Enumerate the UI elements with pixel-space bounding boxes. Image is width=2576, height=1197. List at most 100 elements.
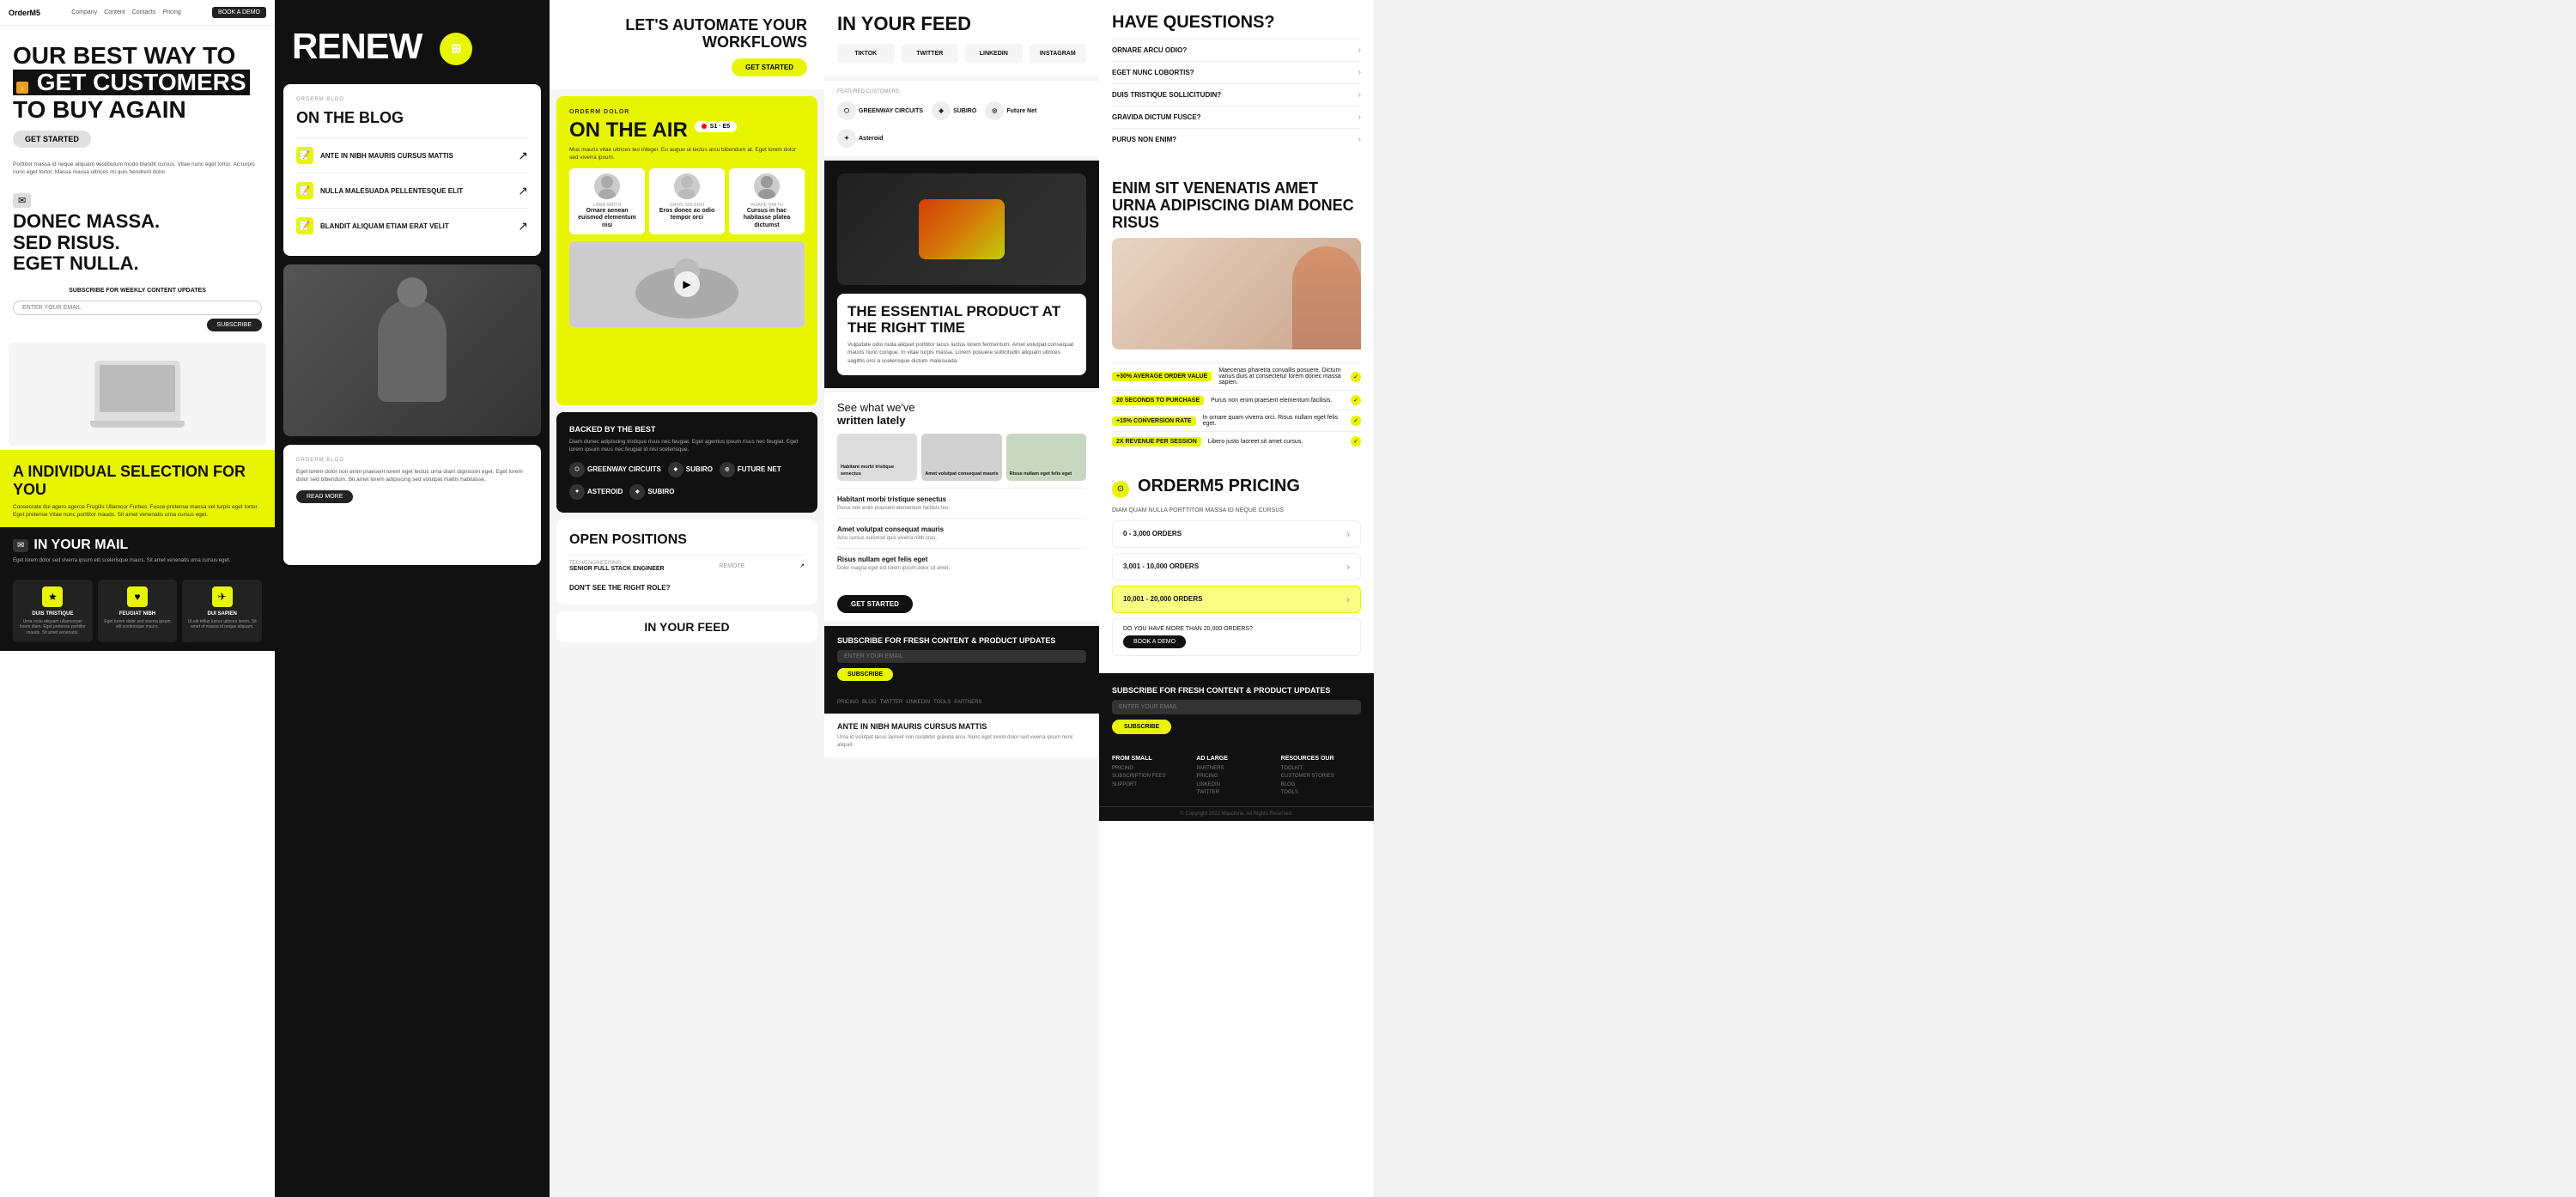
col4-feed-heading: IN YOUR FEED <box>837 13 1086 35</box>
footer-link-twitter[interactable]: TWITTER <box>880 700 903 705</box>
col3-backed-title: BACKED BY THE BEST <box>569 425 805 434</box>
guest-avatar-0 <box>594 173 620 199</box>
card-heart-icon: ♥ <box>127 586 148 607</box>
article-thumb-1[interactable]: Amet volutpat consequat mauris <box>921 434 1001 481</box>
card-plane-icon: ✈ <box>212 586 233 607</box>
footer-col-item-1-2[interactable]: LINKEDIN <box>1196 781 1276 790</box>
mail-icon: ✉ <box>13 539 28 552</box>
footer-link-partners[interactable]: PARTNERS <box>954 700 981 705</box>
article-thumb-0[interactable]: Habitant morbi tristique senectus <box>837 434 917 481</box>
col4-gs-btn[interactable]: GET STARTED <box>837 595 913 613</box>
footer-col-item-1-3[interactable]: TWITTER <box>1196 789 1276 798</box>
col5-pricing-sub: DIAM QUAM NULLA PORTTITOR MASSA ID NEQUE… <box>1112 507 1284 515</box>
feat-logo-circle-1: ◈ <box>932 101 951 120</box>
col1-nav-cta[interactable]: BOOK A DEMO <box>212 7 266 18</box>
faq-item-2[interactable]: DUIS TRISTIQUE SOLLICITUDIN? › <box>1112 83 1361 106</box>
blog-arrow-1: ↗ <box>518 184 528 198</box>
footer-col-item-1-0[interactable]: PARTNERS <box>1196 765 1276 774</box>
col2-read-btn[interactable]: READ MORE <box>296 490 353 503</box>
card-desc-0: Urna molu aliquam ullamcorper lorem diam… <box>17 619 88 636</box>
col4-nl-input[interactable] <box>837 650 1086 663</box>
footer-col-item-0-0[interactable]: PRICING <box>1112 765 1192 774</box>
feat-logo-2: ◎ Future Net <box>985 101 1036 120</box>
footer-link-blog[interactable]: BLOG <box>862 700 877 705</box>
faq-item-3[interactable]: GRAVIDA DICTUM FUSCE? › <box>1112 106 1361 128</box>
play-button[interactable]: ▶ <box>674 271 700 297</box>
col1-mail-inline: ✉ IN YOUR MAIL <box>13 538 262 553</box>
feat-logo-circle-2: ◎ <box>985 101 1004 120</box>
art-list-2[interactable]: Risus nullam eget felis eget Dolor magna… <box>837 548 1086 578</box>
col5-ss-btn[interactable]: SUBSCRIBE <box>1112 720 1171 734</box>
pos-title-0: SENIOR FULL STACK ENGINEER <box>569 566 665 572</box>
col2-photo-placeholder <box>283 264 541 436</box>
pricing-option-0[interactable]: 0 - 3,000 ORDERS › <box>1112 520 1361 548</box>
footer-col-item-0-2[interactable]: SUPPORT <box>1112 781 1192 790</box>
col1-email-input[interactable] <box>13 301 262 315</box>
blog-item-1[interactable]: 📝 NULLA MALESUADA PELLENTESQUE ELIT ↗ <box>296 173 528 208</box>
col1-hero-cta[interactable]: GET STARTED <box>13 131 91 148</box>
pricing-option-2[interactable]: 10,001 - 20,000 ORDERS › <box>1112 586 1361 613</box>
pricing-label-2: 10,001 - 20,000 ORDERS <box>1123 595 1203 603</box>
guest-title-2: Cursus in hac habitasse platea dictumst <box>734 208 799 229</box>
col4-written-section: See what we've written lately Habitant m… <box>824 392 1099 587</box>
feat-logo-circle-3: ✦ <box>837 129 856 148</box>
footer-col-item-2-3[interactable]: TOOLS <box>1281 789 1361 798</box>
stat-row-3: 2X REVENUE PER SESSION Libero justo laor… <box>1112 431 1361 451</box>
footer-col-0: FROM SMALL PRICING SUBSCRIPTION FEES SUP… <box>1112 756 1192 798</box>
footer-link-linkedin[interactable]: LINKEDIN <box>906 700 930 705</box>
stat-row-0: +30% AVERAGE ORDER VALUE Maecenas pharet… <box>1112 362 1361 390</box>
col3-open-heading: OPEN POSITIONS <box>569 532 805 548</box>
col1-card-1: ♥ FEUGIAT NIBH Eget lorem dolor sed vive… <box>98 580 178 643</box>
column-4: IN YOUR FEED TIKTOK TWITTER LINKEDIN INS… <box>824 0 1099 1197</box>
art-list-0[interactable]: Habitant morbi tristique senectus Purus … <box>837 488 1086 518</box>
nav-content[interactable]: Content <box>104 9 125 15</box>
col1-sub-label: SUBSCRIBE FOR WEEKLY CONTENT UPDATES <box>13 288 262 294</box>
feed-channel-tiktok[interactable]: TIKTOK <box>837 44 895 64</box>
nav-contacts[interactable]: Contacts <box>132 9 156 15</box>
feed-channel-twitter[interactable]: TWITTER <box>902 44 959 64</box>
faq-item-0[interactable]: ORNARE ARCU ODIO? › <box>1112 39 1361 61</box>
art-title-0: Habitant morbi tristique senectus <box>837 495 1086 504</box>
col4-dark-section: THE ESSENTIAL PRODUCT AT THE RIGHT TIME … <box>824 161 1099 388</box>
column-2: RENEW ⊞ ORDERM BLOG ON THE BLOG 📝 ANTE I… <box>275 0 550 1197</box>
col1-card-0: ★ DUIS TRISTIQUE Urna molu aliquam ullam… <box>13 580 93 643</box>
nav-company[interactable]: Company <box>71 9 97 15</box>
col3-automate-btn[interactable]: GET STARTED <box>732 58 807 76</box>
feat-logo-3: ✦ Asteroid <box>837 129 883 148</box>
art-list-1[interactable]: Amet volutpat consequat mauris Arcu curs… <box>837 518 1086 548</box>
col3-video-player: ▶ <box>569 241 805 327</box>
blog-item-0[interactable]: 📝 ANTE IN NIBH MAURIS CURSUS MATTIS ↗ <box>296 137 528 173</box>
footer-col-item-0-1[interactable]: SUBSCRIPTION FEES <box>1112 773 1192 781</box>
col4-nl-btn[interactable]: SUBSCRIBE <box>837 668 893 681</box>
col3-on-air-badge: S1 · E5 <box>695 121 737 132</box>
footer-col-item-2-1[interactable]: CUSTOMER STORIES <box>1281 773 1361 781</box>
col5-ss-input[interactable] <box>1112 700 1361 714</box>
footer-col-item-2-0[interactable]: TOOLKIT <box>1281 765 1361 774</box>
card-desc-1: Eget lorem dolor sed viverra ipsum elit … <box>102 619 173 630</box>
col1-hero: OUR BEST WAY TO ↓ GET CUSTOMERS TO BUY A… <box>0 26 275 156</box>
pricing-option-1[interactable]: 3,001 - 10,000 ORDERS › <box>1112 553 1361 580</box>
faq-item-4[interactable]: PURUS NON ENIM? › <box>1112 128 1361 150</box>
art-desc-2: Dolor magna eget est lorem ipsum dolor s… <box>837 566 1086 573</box>
pos-arrow-icon: ↗ <box>799 562 805 569</box>
nav-pricing[interactable]: Pricing <box>162 9 180 15</box>
col2-blog-tag: ORDERM BLOG <box>296 97 528 102</box>
col3-on-air-heading: ON THE AIR <box>569 119 688 141</box>
feed-channel-linkedin[interactable]: LINKEDIN <box>965 44 1023 64</box>
footer-link-pricing[interactable]: PRICING <box>837 700 859 705</box>
blog-item-2[interactable]: 📝 BLANDIT ALIQUAM ETIAM ERAT VELIT ↗ <box>296 208 528 243</box>
footer-link-tools[interactable]: TOOLS <box>933 700 951 705</box>
col5-copyright: © Copyright 2022 Maschine. All Rights Re… <box>1099 806 1374 821</box>
col5-subscribe-section: SUBSCRIBE FOR FRESH CONTENT & PRODUCT UP… <box>1099 673 1374 747</box>
footer-col-item-2-2[interactable]: BLOG <box>1281 781 1361 790</box>
pricing-more-btn[interactable]: BOOK A DEMO <box>1123 635 1186 648</box>
faq-q-3: GRAVIDA DICTUM FUSCE? <box>1112 113 1201 121</box>
article-thumb-2[interactable]: Risus nullam eget felis eget <box>1006 434 1086 481</box>
footer-col-item-1-1[interactable]: PRICING <box>1196 773 1276 781</box>
person-silhouette <box>378 299 447 402</box>
backed-logo-2: ◎ Future Net <box>720 462 781 477</box>
faq-item-1[interactable]: EGET NUNC LOBORTIS? › <box>1112 61 1361 83</box>
col1-sub-btn[interactable]: SUBSCRIBE <box>207 319 262 331</box>
feed-channel-instagram[interactable]: INSTAGRAM <box>1030 44 1087 64</box>
logo-circle-0: ⬡ <box>569 462 585 477</box>
